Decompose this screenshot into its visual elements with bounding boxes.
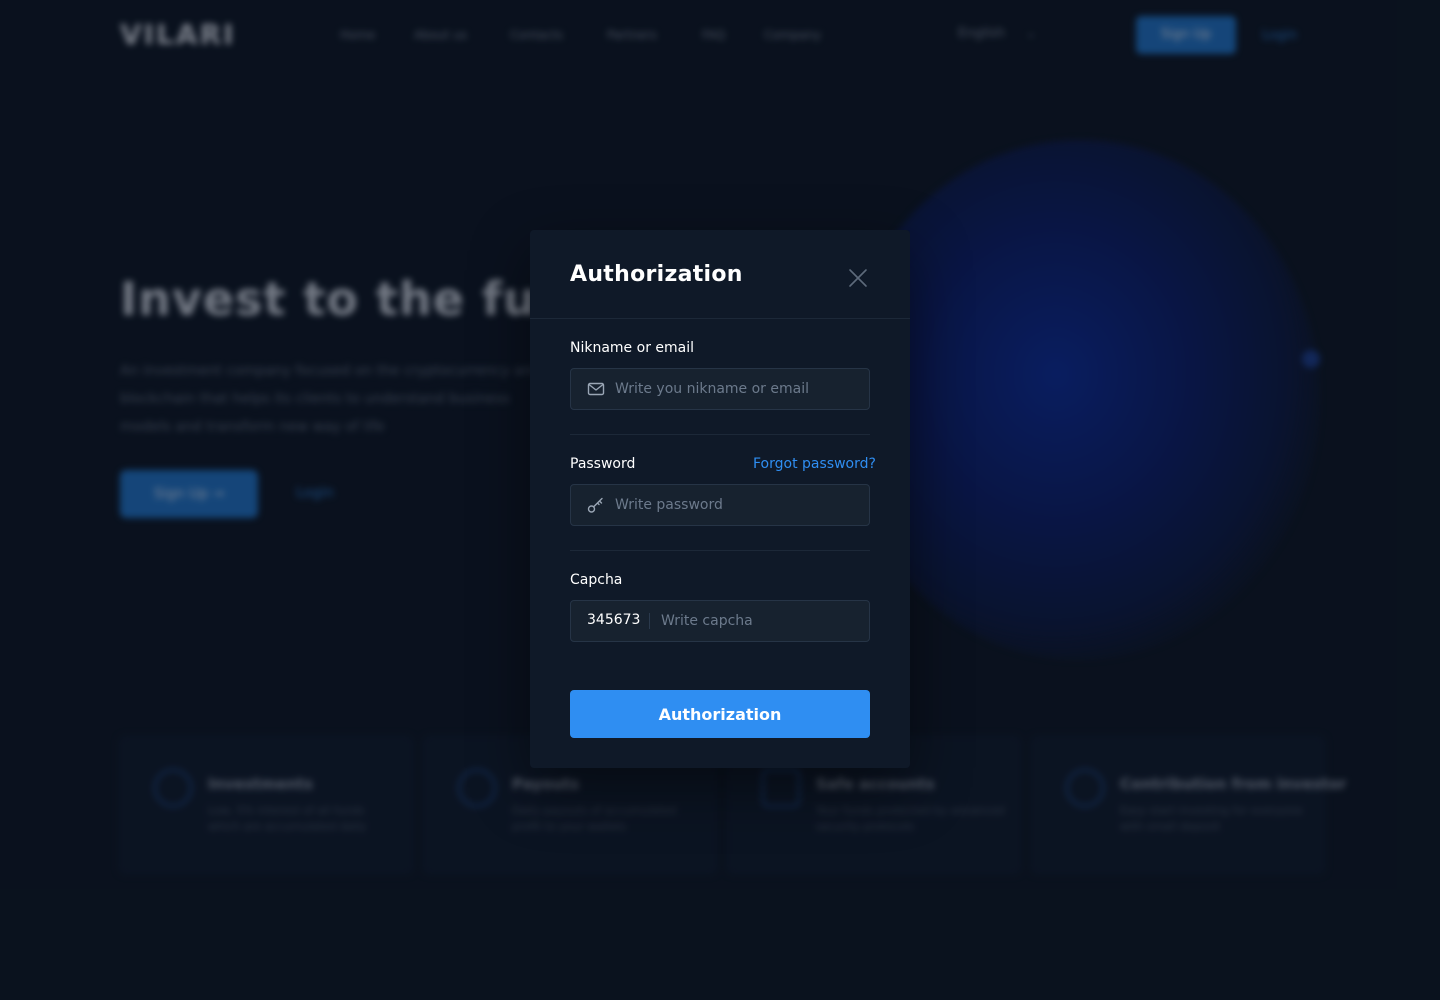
authorization-submit-button[interactable]: Authorization: [570, 690, 870, 738]
modal-header: Authorization: [530, 230, 910, 319]
captcha-separator: [649, 613, 650, 629]
divider: [570, 434, 870, 435]
password-label: Password: [570, 456, 636, 472]
key-icon: [587, 497, 605, 513]
login-field: [570, 368, 870, 410]
authorization-modal: Authorization Nikname or email Password …: [530, 230, 910, 768]
close-icon[interactable]: [846, 266, 870, 290]
captcha-field: 345673: [570, 600, 870, 642]
captcha-label: Capcha: [570, 572, 623, 588]
login-input[interactable]: [615, 369, 855, 409]
password-field: [570, 484, 870, 526]
forgot-password-link[interactable]: Forgot password?: [753, 456, 876, 472]
divider: [570, 550, 870, 551]
mail-icon: [587, 381, 605, 397]
modal-title: Authorization: [570, 262, 743, 287]
captcha-code: 345673: [587, 612, 641, 628]
captcha-input[interactable]: [661, 601, 857, 641]
password-input[interactable]: [615, 485, 855, 525]
login-label: Nikname or email: [570, 340, 695, 356]
